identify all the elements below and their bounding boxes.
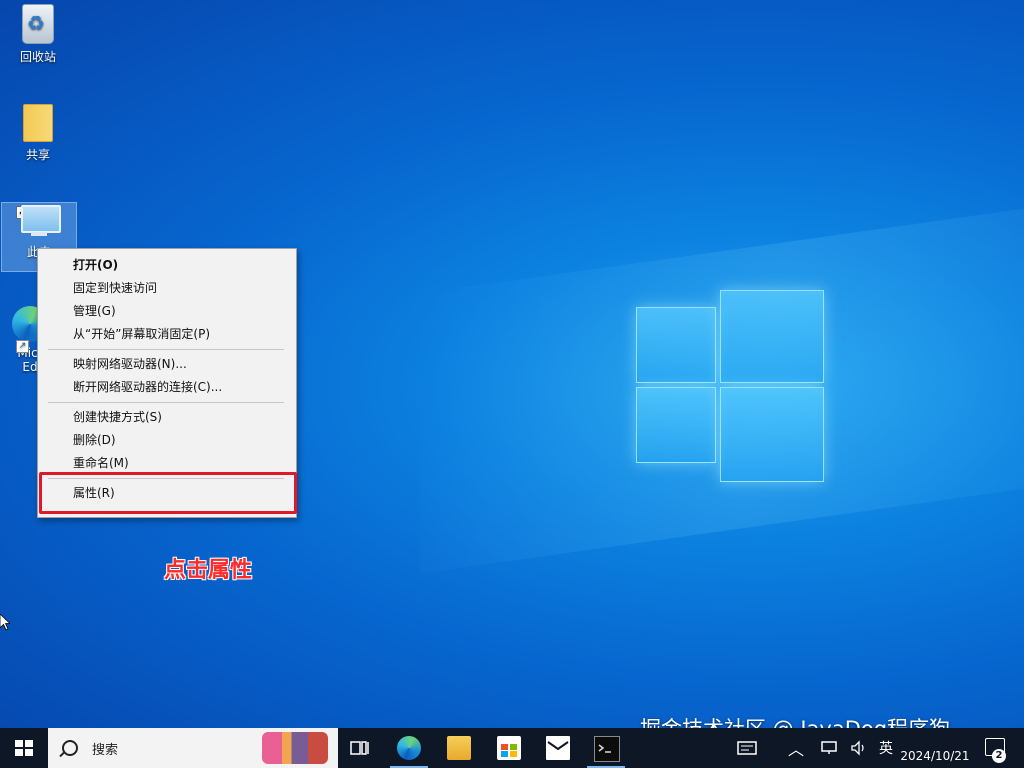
windows-logo-wallpaper xyxy=(636,290,824,482)
taskbar-clock[interactable]: 2024/10/21 xyxy=(890,731,980,765)
menu-separator xyxy=(48,478,284,479)
search-placeholder: 搜索 xyxy=(92,742,119,758)
logo-pane xyxy=(720,290,824,383)
menu-item-delete[interactable]: 删除(D) xyxy=(39,429,295,451)
volume-icon[interactable] xyxy=(848,728,870,768)
logo-pane xyxy=(636,387,716,463)
clock-date: 2024/10/21 xyxy=(900,749,970,763)
network-icon[interactable] xyxy=(818,728,840,768)
windows-start-icon xyxy=(15,740,33,756)
folder-icon xyxy=(23,104,53,142)
menu-separator xyxy=(48,402,284,403)
mail-icon[interactable] xyxy=(546,736,570,760)
menu-item-create-shortcut[interactable]: 创建快捷方式(S) xyxy=(39,406,295,428)
start-button[interactable] xyxy=(0,728,48,768)
search-highlight-doodle xyxy=(262,732,328,764)
annotation-text: 点击属性 xyxy=(164,558,253,583)
notification-count-badge: 2 xyxy=(992,749,1006,763)
shortcut-arrow-icon: ↗ xyxy=(16,340,29,353)
menu-item-rename[interactable]: 重命名(M) xyxy=(39,452,295,474)
command-prompt-icon[interactable] xyxy=(594,736,620,762)
context-menu: 打开(O) 固定到快速访问 管理(G) 从“开始”屏幕取消固定(P) 映射网络驱… xyxy=(37,248,297,518)
menu-item-disconnect-network-drive[interactable]: 断开网络驱动器的连接(C)... xyxy=(39,376,295,398)
desktop-icon-label: 回收站 xyxy=(19,50,56,64)
search-box[interactable]: 搜索 xyxy=(48,728,338,768)
menu-separator xyxy=(48,349,284,350)
desktop-icon-label: 共享 xyxy=(25,148,50,162)
search-icon xyxy=(62,740,78,756)
menu-item-properties[interactable]: 属性(R) xyxy=(39,482,295,504)
menu-item-unpin-start[interactable]: 从“开始”屏幕取消固定(P) xyxy=(39,323,295,345)
desktop-icon-recycle-bin[interactable]: 回收站 xyxy=(0,4,76,74)
show-hidden-icons-chevron[interactable]: ︿ xyxy=(788,728,804,768)
clock-time xyxy=(890,731,980,748)
file-explorer-icon[interactable] xyxy=(447,736,471,760)
mouse-cursor-icon xyxy=(0,614,10,631)
edge-icon[interactable] xyxy=(397,736,421,760)
menu-item-pin-quick-access[interactable]: 固定到快速访问 xyxy=(39,277,295,299)
menu-item-open[interactable]: 打开(O) xyxy=(39,254,295,276)
recycle-bin-icon xyxy=(22,4,54,44)
taskbar: 搜索 ︿ 英 xyxy=(0,728,1024,768)
this-pc-icon xyxy=(17,203,61,239)
news-widget-icon[interactable] xyxy=(735,728,759,768)
menu-item-map-network-drive[interactable]: 映射网络驱动器(N)... xyxy=(39,353,295,375)
menu-item-manage[interactable]: 管理(G) xyxy=(39,300,295,322)
logo-pane xyxy=(636,307,716,383)
desktop-icon-shared-folder[interactable]: 共享 xyxy=(0,104,76,174)
task-view-icon[interactable] xyxy=(348,736,372,760)
microsoft-store-icon[interactable] xyxy=(497,736,521,760)
logo-pane xyxy=(720,387,824,482)
